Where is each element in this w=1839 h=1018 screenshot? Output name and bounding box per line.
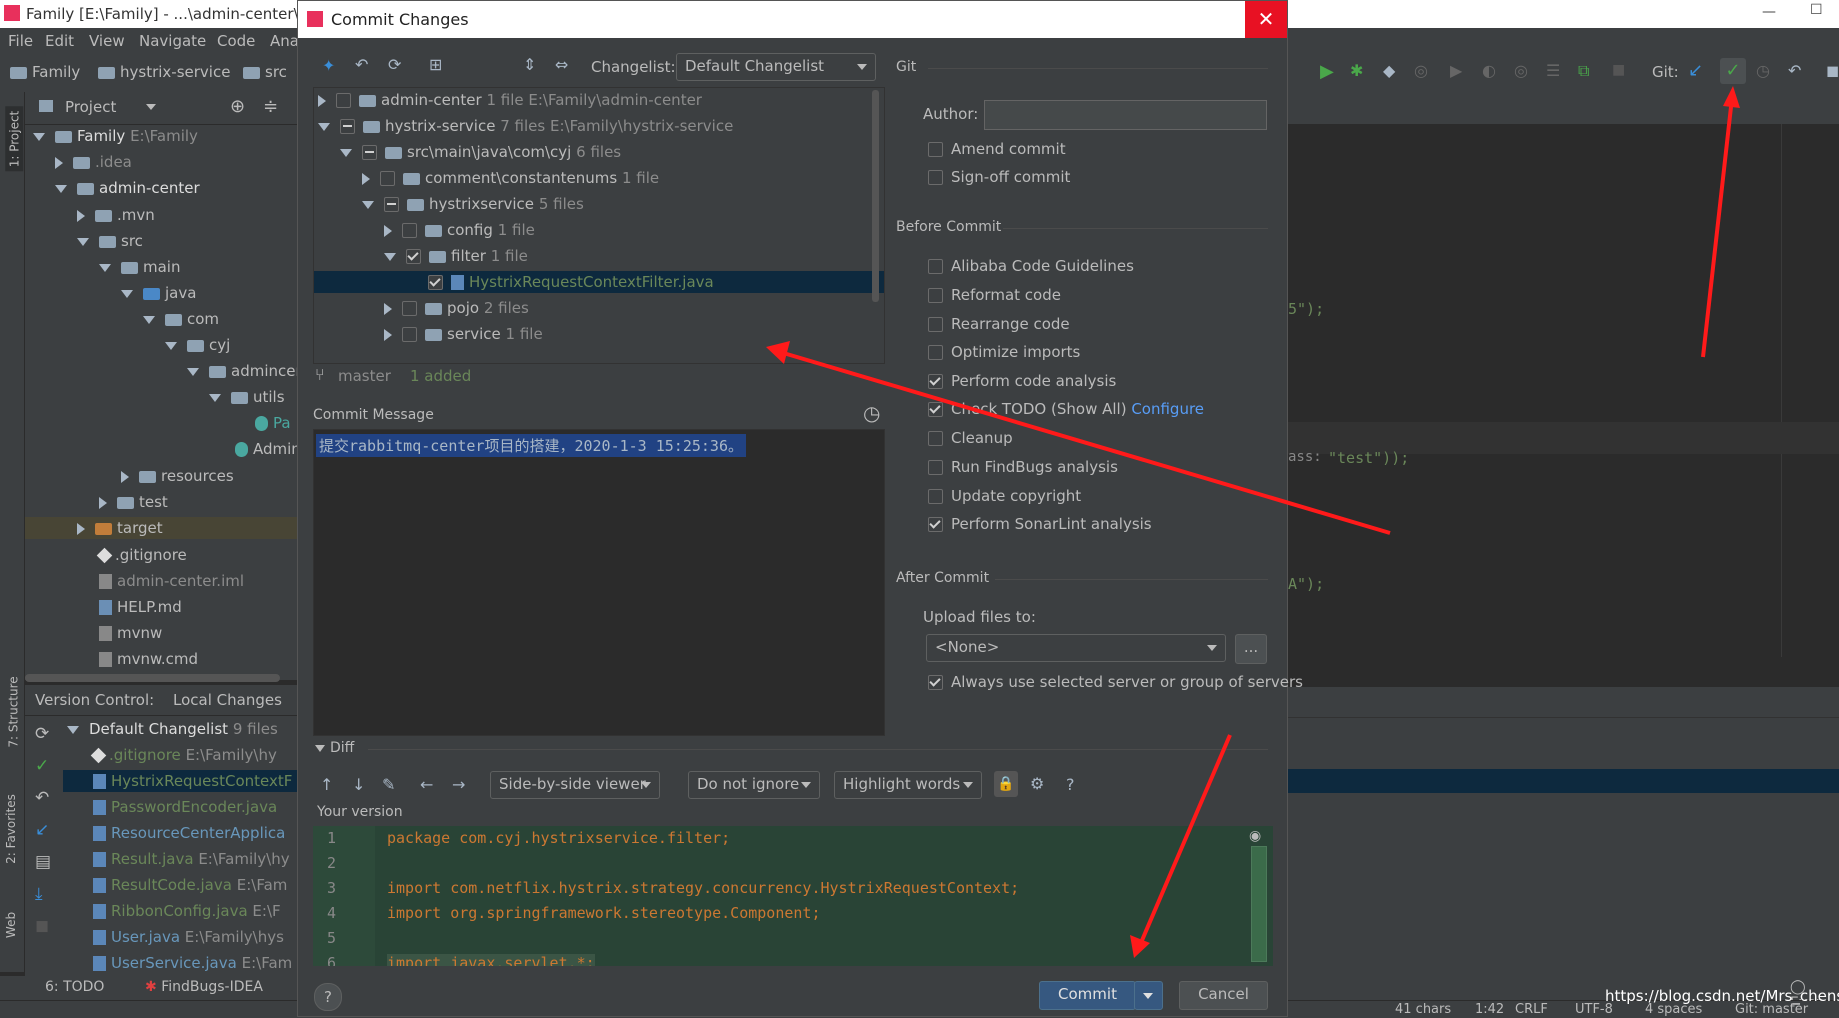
annotation-arrows — [766, 86, 1740, 958]
arrow-to-commit-button — [1138, 734, 1232, 946]
arrow-to-commit-icon — [1701, 97, 1734, 358]
arrow-head — [766, 341, 790, 364]
arrow-to-changes-tree — [779, 350, 1391, 535]
arrow-head — [1723, 86, 1740, 108]
arrow-head — [1130, 935, 1150, 958]
